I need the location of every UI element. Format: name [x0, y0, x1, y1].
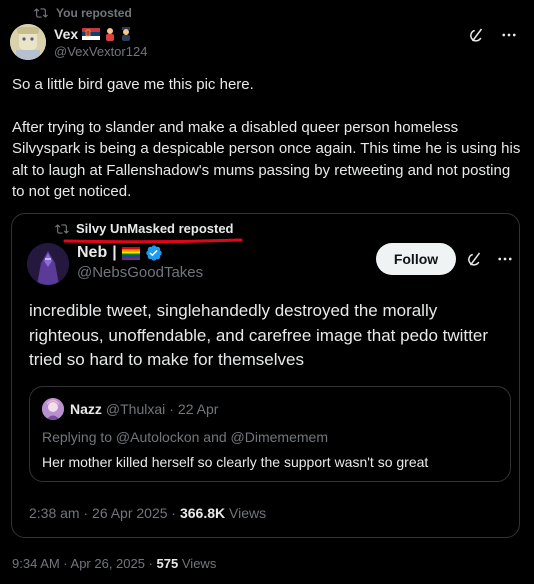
- quoted-views-count: 366.8K: [179, 505, 226, 521]
- avatar[interactable]: [10, 24, 46, 60]
- more-icon[interactable]: [500, 26, 518, 44]
- verified-badge-icon: [146, 245, 162, 261]
- post-paragraph-1: So a little bird gave me this pic here.: [12, 76, 254, 93]
- more-icon[interactable]: [496, 250, 514, 268]
- top-actions: [468, 26, 518, 44]
- inner-date: 22 Apr: [177, 401, 219, 417]
- name-separator: |: [112, 244, 117, 261]
- serbia-flag-icon: [82, 28, 101, 40]
- replying-to: Replying to @Autolockon and @Dimememem: [42, 429, 328, 445]
- emoji-person-icon: [106, 28, 115, 41]
- quoted-author-name[interactable]: Neb |: [77, 244, 163, 262]
- quoted-repost-label[interactable]: Silvy UnMasked reposted: [76, 221, 234, 236]
- post-meta: 9:34 AM · Apr 26, 2025 · 575 Views: [12, 556, 216, 571]
- repost-icon: [34, 8, 48, 18]
- inner-quote-text: Her mother killed herself so clearly the…: [42, 454, 429, 470]
- repost-icon: [55, 223, 69, 234]
- author-name[interactable]: Vex: [54, 26, 132, 42]
- quoted-repost-header: Silvy UnMasked reposted: [55, 221, 234, 236]
- repost-label: You reposted: [56, 6, 132, 20]
- inner-quote-header: Nazz @Thulxai · 22 Apr: [70, 401, 218, 417]
- grok-icon[interactable]: [468, 26, 486, 44]
- quoted-views-label: Views: [229, 505, 267, 521]
- post-paragraph-2: After trying to slander and make a disab…: [12, 118, 521, 201]
- inner-separator: ·: [169, 401, 174, 417]
- post-timestamp[interactable]: 9:34 AM · Apr 26, 2025 ·: [12, 556, 153, 571]
- emoji-cop-icon: [122, 27, 131, 41]
- inner-author-handle: @Thulxai: [105, 401, 166, 417]
- post-views-count: 575: [156, 556, 179, 571]
- quoted-author-handle[interactable]: @NebsGoodTakes: [77, 264, 203, 281]
- rainbow-flag-icon: [121, 246, 140, 260]
- post-views-label: Views: [181, 556, 217, 571]
- repost-header: You reposted: [34, 6, 132, 20]
- author-display-name: Vex: [54, 26, 79, 42]
- quoted-timestamp[interactable]: 2:38 am · 26 Apr 2025 ·: [29, 505, 176, 521]
- inner-author-name: Nazz: [70, 401, 102, 417]
- post-text: So a little bird gave me this pic here. …: [12, 74, 524, 224]
- quoted-meta: 2:38 am · 26 Apr 2025 · 366.8K Views: [29, 505, 266, 521]
- avatar: [42, 398, 64, 420]
- avatar[interactable]: [27, 243, 69, 285]
- quoted-post-text: incredible tweet, singlehandedly destroy…: [29, 301, 488, 369]
- grok-icon[interactable]: [466, 250, 484, 268]
- quoted-actions: [466, 250, 514, 268]
- author-handle[interactable]: @VexVextor124: [54, 44, 147, 59]
- quoted-display-name: Neb: [77, 244, 108, 261]
- follow-button[interactable]: Follow: [376, 243, 456, 275]
